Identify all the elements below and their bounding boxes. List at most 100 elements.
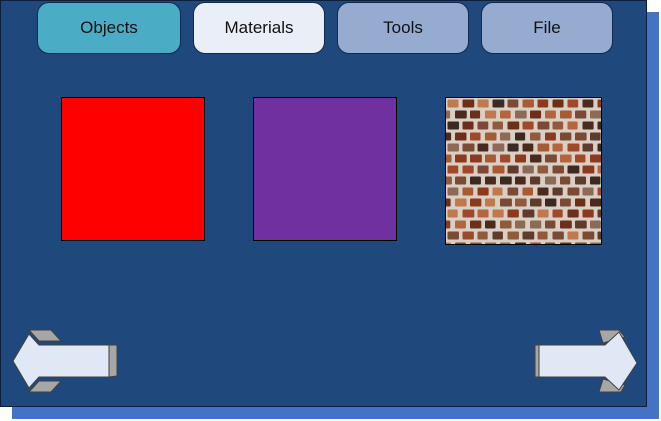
brick (522, 99, 534, 108)
brick (462, 231, 474, 240)
brick (575, 154, 586, 163)
brick (462, 143, 475, 152)
brick (485, 110, 497, 119)
brick (522, 231, 535, 240)
brick (567, 187, 580, 196)
brick (545, 198, 557, 207)
brick (530, 198, 542, 207)
material-swatch-brick[interactable] (445, 97, 602, 245)
brick (477, 187, 489, 196)
brick (567, 165, 580, 174)
tab-file[interactable]: File (481, 2, 613, 54)
brick (470, 132, 481, 141)
brick (485, 132, 497, 141)
tab-tools[interactable]: Tools (337, 2, 469, 54)
brick (470, 154, 482, 163)
brick (575, 110, 587, 119)
brick (447, 143, 459, 152)
brick (500, 154, 511, 163)
brick (552, 121, 564, 130)
brick (582, 209, 594, 218)
brick (537, 143, 550, 152)
brick (447, 99, 459, 108)
brick (515, 198, 527, 207)
brick (590, 132, 601, 141)
brick (575, 176, 587, 185)
brick (470, 242, 482, 244)
brick (507, 209, 519, 218)
brick (455, 242, 466, 244)
brick (446, 220, 451, 229)
brick (552, 143, 563, 152)
brick (507, 143, 519, 152)
brick (522, 209, 535, 218)
brick (492, 231, 503, 240)
brick (545, 220, 556, 229)
brick (492, 99, 505, 108)
brick (446, 242, 451, 244)
brick (552, 231, 564, 240)
material-swatch-red[interactable] (61, 97, 205, 241)
brick (552, 165, 564, 174)
brick (477, 121, 489, 130)
brick (575, 242, 587, 244)
brick (537, 121, 550, 130)
tab-objects[interactable]: Objects (37, 2, 181, 54)
brick (507, 231, 519, 240)
brick (560, 176, 571, 185)
brick (515, 110, 527, 119)
brick (485, 176, 496, 185)
brick (597, 143, 601, 152)
brick (530, 176, 541, 185)
brick (560, 110, 572, 119)
brick (597, 209, 601, 218)
brick (590, 242, 601, 244)
right-arrow-icon[interactable] (533, 329, 643, 395)
brick (537, 99, 549, 108)
brick (567, 231, 579, 240)
brick (462, 187, 474, 196)
brick (470, 176, 481, 185)
brick (575, 198, 586, 207)
brick (492, 209, 504, 218)
brick (447, 209, 458, 218)
brick (545, 154, 557, 163)
brick (582, 165, 595, 174)
brick (582, 99, 594, 108)
brick (500, 110, 511, 119)
brick (582, 143, 594, 152)
brick (560, 242, 572, 244)
brick (522, 143, 534, 152)
brick (462, 121, 474, 130)
tab-materials[interactable]: Materials (193, 2, 325, 54)
brick (560, 220, 572, 229)
brick (500, 242, 511, 244)
brick (477, 99, 489, 108)
brick (597, 231, 601, 240)
brick (446, 176, 452, 185)
left-arrow-icon[interactable] (11, 329, 121, 395)
brick (500, 176, 512, 185)
brick (522, 121, 534, 130)
brick (455, 132, 467, 141)
brick (552, 187, 563, 196)
brick-texture-image (446, 98, 601, 244)
brick (470, 220, 482, 229)
brick (590, 198, 601, 207)
brick (507, 187, 519, 196)
brick (515, 176, 526, 185)
brick (447, 187, 459, 196)
brick (462, 165, 474, 174)
brick (455, 110, 467, 119)
brick (500, 220, 512, 229)
brick (582, 121, 594, 130)
brick (560, 154, 572, 163)
brick (522, 165, 534, 174)
brick (492, 187, 503, 196)
brick (455, 220, 466, 229)
material-swatch-purple[interactable] (253, 97, 397, 241)
brick (462, 209, 475, 218)
brick (485, 154, 496, 163)
brick (485, 198, 496, 207)
brick (560, 132, 572, 141)
